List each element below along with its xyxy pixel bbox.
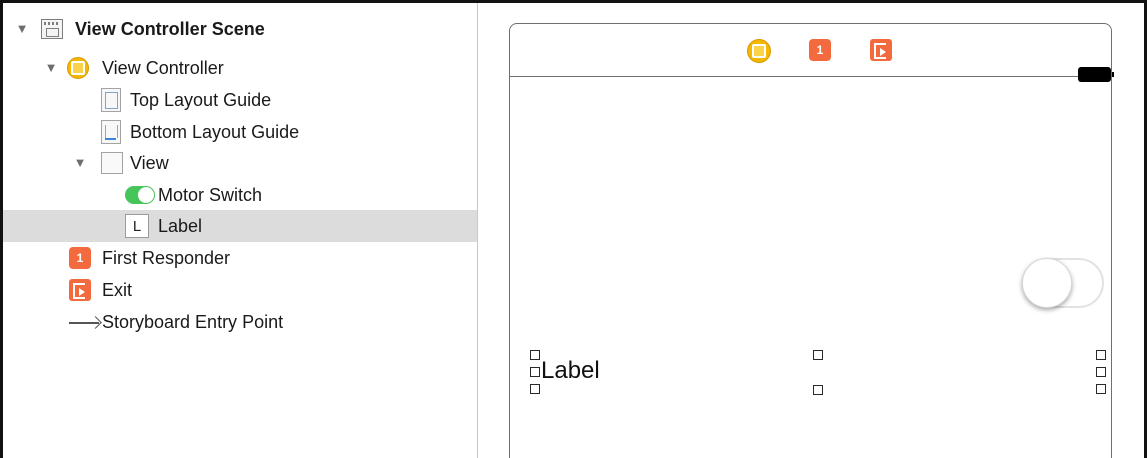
disclosure-triangle-icon[interactable]: ▼	[73, 156, 87, 170]
outline-item-first-responder[interactable]: 1 First Responder	[3, 242, 477, 274]
outline-item-view-controller[interactable]: ▼ View Controller	[3, 52, 477, 84]
switch-icon	[125, 186, 155, 204]
outline-item-label: Exit	[102, 280, 133, 300]
scene-dock: 1	[510, 24, 1110, 77]
exit-icon[interactable]	[870, 39, 892, 61]
label-view[interactable]: Label	[541, 357, 600, 385]
disclosure-triangle-icon[interactable]: ▼	[15, 22, 29, 36]
storyboard-canvas[interactable]: 1 Label	[478, 3, 1144, 458]
outline-item-storyboard-entry-point[interactable]: Storyboard Entry Point	[3, 306, 477, 338]
outline-item-label-selected[interactable]: L Label	[3, 210, 477, 242]
outline-item-exit[interactable]: Exit	[3, 274, 477, 306]
document-outline: ▼ View Controller Scene ▼ View Controlle…	[3, 3, 477, 458]
motor-switch[interactable]	[1022, 258, 1104, 308]
first-responder-icon[interactable]: 1	[809, 39, 831, 61]
outline-item-label: Top Layout Guide	[130, 90, 272, 110]
disclosure-triangle-icon[interactable]: ▼	[44, 61, 58, 75]
outline-item-label: Storyboard Entry Point	[102, 312, 284, 332]
outline-item-label: First Responder	[102, 248, 231, 268]
switch-knob	[1022, 258, 1072, 308]
resize-handle[interactable]	[530, 367, 540, 377]
resize-handle[interactable]	[1096, 367, 1106, 377]
outline-item-view[interactable]: ▼ View	[3, 147, 477, 179]
outline-item-motor-switch[interactable]: Motor Switch	[3, 179, 477, 211]
outline-item-bottom-layout-guide[interactable]: Bottom Layout Guide	[3, 116, 477, 148]
resize-handle[interactable]	[530, 350, 540, 360]
battery-icon	[1078, 67, 1114, 82]
outline-item-top-layout-guide[interactable]: Top Layout Guide	[3, 84, 477, 116]
arrow-right-icon	[69, 315, 103, 331]
resize-handle[interactable]	[813, 385, 823, 395]
resize-handle[interactable]	[813, 350, 823, 360]
view-icon	[101, 152, 123, 174]
exit-icon	[69, 279, 91, 301]
label-icon: L	[125, 214, 149, 238]
scene-icon	[41, 19, 63, 39]
resize-handle[interactable]	[530, 384, 540, 394]
outline-item-label: Label	[158, 216, 203, 236]
outline-item-view-controller-scene[interactable]: ▼ View Controller Scene	[3, 13, 477, 45]
scene-frame[interactable]: 1 Label	[509, 23, 1114, 458]
outline-item-label: View Controller Scene	[75, 19, 265, 39]
view-controller-icon[interactable]	[747, 39, 771, 63]
bottom-layout-guide-icon	[101, 120, 121, 144]
view-controller-icon	[67, 57, 89, 79]
outline-item-label: View	[130, 153, 169, 173]
resize-handle[interactable]	[1096, 350, 1106, 360]
first-responder-icon: 1	[69, 247, 91, 269]
outline-item-label: View Controller	[102, 58, 224, 78]
outline-item-label: Motor Switch	[158, 185, 263, 205]
outline-item-label: Bottom Layout Guide	[130, 122, 300, 142]
resize-handle[interactable]	[1096, 384, 1106, 394]
top-layout-guide-icon	[101, 88, 121, 112]
